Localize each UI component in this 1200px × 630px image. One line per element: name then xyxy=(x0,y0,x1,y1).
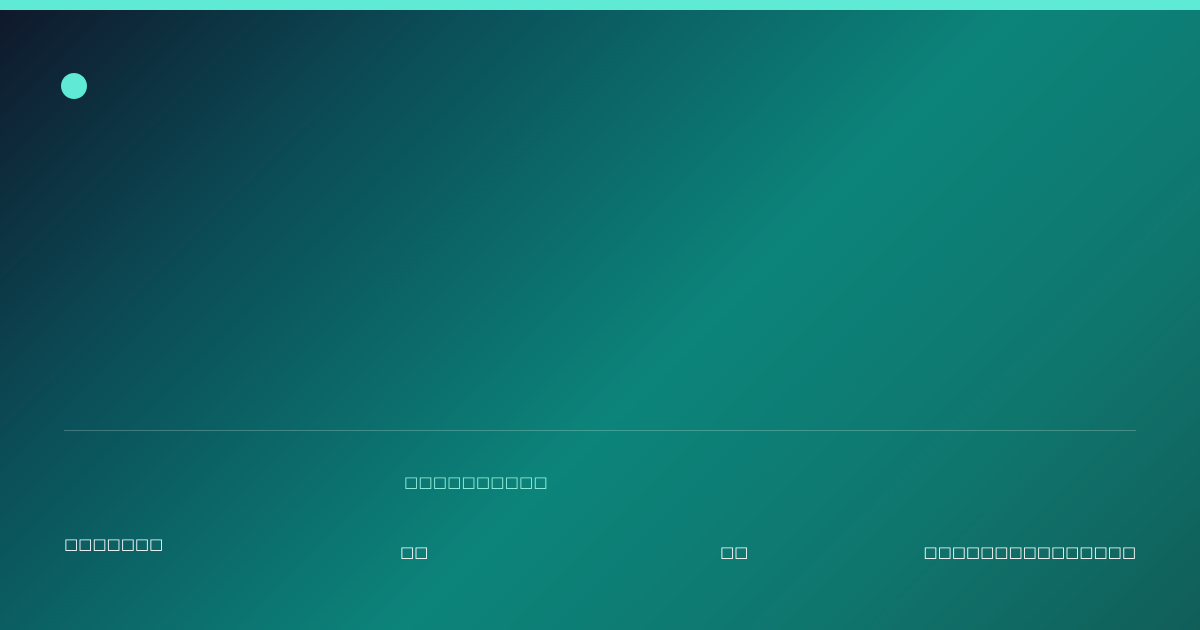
accent-dot-icon xyxy=(61,73,87,99)
left-label: □□□□□□□ xyxy=(64,535,164,553)
highlight-text: □□□□□□□□□□ xyxy=(404,473,548,491)
meta-label-1: □□ xyxy=(400,543,429,561)
right-label: □□□□□□□□□□□□□□□ xyxy=(923,543,1136,561)
footer-divider xyxy=(64,430,1136,431)
social-preview-card: □□□□□□□□□□ □□□□□□□ □□ □□ □□□□□□□□□□□□□□□ xyxy=(0,0,1200,630)
meta-label-2: □□ xyxy=(720,543,749,561)
top-accent-bar xyxy=(0,0,1200,10)
